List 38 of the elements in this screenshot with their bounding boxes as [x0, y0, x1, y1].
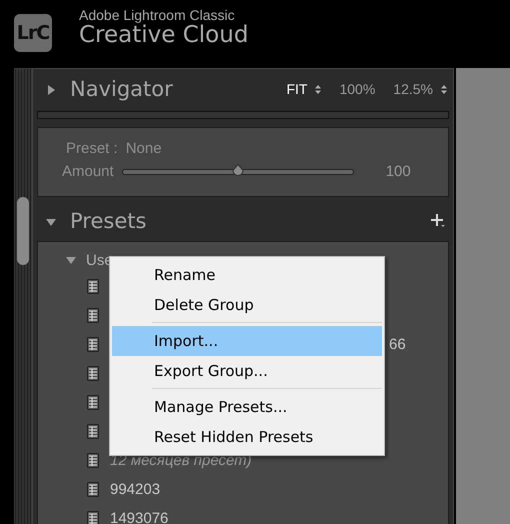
add-preset-icon[interactable] — [431, 214, 445, 228]
expand-triangle-icon[interactable] — [46, 216, 56, 226]
preset-icon — [87, 453, 99, 468]
preset-icon — [87, 482, 99, 497]
menu-item[interactable]: Rename — [112, 260, 382, 290]
product-subtitle: Creative Cloud — [79, 23, 248, 47]
preset-value: None — [126, 140, 162, 157]
preset-icon — [87, 395, 99, 410]
preset-name[interactable]: 66 — [389, 336, 406, 353]
zoom-option[interactable]: FIT — [268, 81, 322, 97]
scroll-thumb[interactable] — [17, 197, 29, 265]
stepper-icon[interactable] — [315, 84, 322, 94]
app-logo: LrC — [14, 14, 52, 52]
expand-triangle-icon[interactable] — [66, 255, 76, 265]
zoom-option[interactable]: 12.5% — [375, 81, 447, 97]
menu-item[interactable]: Manage Presets... — [112, 392, 382, 422]
collapse-triangle-icon[interactable] — [46, 84, 56, 94]
menu-item[interactable]: Import... — [112, 326, 382, 356]
preset-name[interactable]: 1493076 — [110, 510, 168, 524]
panel-title[interactable]: Navigator — [70, 77, 268, 101]
slider-thumb[interactable] — [230, 164, 245, 178]
panel-title[interactable]: Presets — [70, 209, 431, 233]
menu-item[interactable]: Reset Hidden Presets — [112, 422, 382, 452]
stepper-icon[interactable] — [441, 84, 447, 94]
menu-item[interactable]: Export Group... — [112, 356, 382, 386]
preset-icon — [87, 337, 99, 352]
amount-label: Amount — [62, 163, 114, 180]
zoom-option[interactable]: 100% — [321, 81, 376, 97]
product-name: Adobe Lightroom Classic — [79, 7, 236, 23]
preset-icon — [87, 308, 99, 323]
preset-icon — [87, 366, 99, 381]
preset-name[interactable]: 994203 — [110, 481, 160, 498]
amount-value: 100 — [386, 163, 411, 180]
menu-item[interactable]: Delete Group — [112, 290, 382, 320]
panel-scrollbar[interactable] — [14, 68, 32, 524]
preset-label: Preset : — [66, 140, 118, 157]
preset-icon — [87, 424, 99, 439]
preset-icon — [87, 279, 99, 294]
